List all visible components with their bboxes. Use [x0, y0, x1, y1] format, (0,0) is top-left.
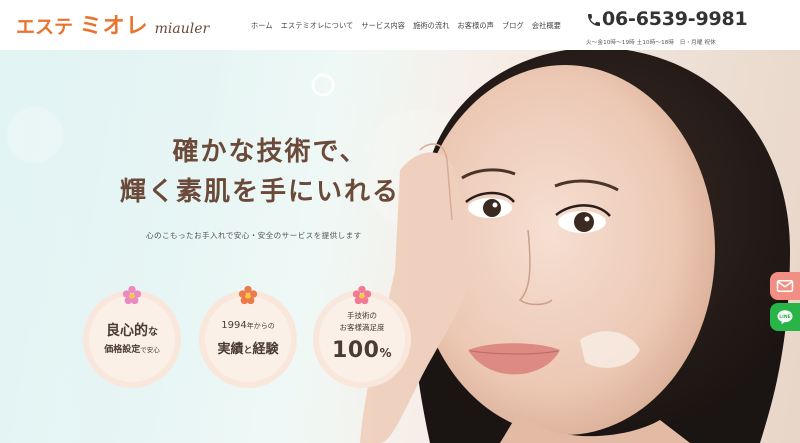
contact-mail-button[interactable] — [770, 272, 800, 300]
badge3-value: 100 — [332, 338, 380, 363]
flower-icon — [352, 285, 372, 305]
phone-number[interactable]: 06-6539-9981 — [602, 8, 748, 30]
nav-home[interactable]: ホーム — [251, 21, 273, 31]
contact-line-button[interactable]: LINE — [770, 303, 800, 331]
main-nav: ホーム エステミオレについて サービス内容 施術の流れ お客様の声 ブログ 会社… — [251, 21, 569, 31]
svg-text:LINE: LINE — [779, 314, 790, 320]
badge2-line2: 実績 — [217, 342, 244, 357]
line-icon: LINE — [777, 310, 793, 325]
flower-icon — [238, 285, 258, 305]
nav-flow[interactable]: 施術の流れ — [413, 21, 449, 31]
phone-icon — [588, 14, 600, 26]
site-header: エステ ミオレ miauler ホーム エステミオレについて サービス内容 施術… — [0, 0, 800, 50]
badge-reasonable-price: 良心的な 価格設定で安心 — [83, 285, 181, 388]
headline-line1: 確かな技術で、 — [172, 137, 368, 167]
logo[interactable]: エステ ミオレ miauler — [16, 8, 210, 39]
nav-blog[interactable]: ブログ — [502, 21, 524, 31]
nav-voices[interactable]: お客様の声 — [458, 21, 494, 31]
badge3-line2: お客様満足度 — [339, 323, 385, 332]
badge1-line1: 良心的 — [106, 323, 148, 339]
nav-services[interactable]: サービス内容 — [361, 21, 405, 31]
badge-satisfaction: 手技術の お客様満足度 100% — [313, 285, 411, 388]
headline-line2: 輝く素肌を手にいれる — [119, 177, 400, 207]
hero-section: 確かな技術で、 輝く素肌を手にいれる 心のこもったお手入れで安心・安全のサービス… — [0, 50, 800, 443]
nav-company[interactable]: 会社概要 — [532, 21, 561, 31]
logo-main: ミオレ — [79, 14, 149, 39]
mail-icon — [776, 280, 794, 292]
nav-about[interactable]: エステミオレについて — [281, 21, 354, 31]
badge2-year: 1994 — [221, 320, 247, 331]
logo-sub: miauler — [154, 21, 210, 37]
badge-experience: 1994年からの 実績と経験 — [199, 285, 297, 388]
badge1-line2: 価格設定 — [104, 345, 141, 355]
business-hours: 火～金10時～19時 土10時～18時 日・月曜 祝休 — [586, 40, 716, 46]
badge3-line1: 手技術の — [347, 311, 377, 320]
hero-headline: 確かな技術で、 輝く素肌を手にいれる — [100, 132, 420, 212]
hero-tagline: 心のこもったお手入れで安心・安全のサービスを提供します — [146, 231, 362, 240]
flower-icon — [122, 285, 142, 305]
logo-prefix: エステ — [16, 16, 74, 38]
